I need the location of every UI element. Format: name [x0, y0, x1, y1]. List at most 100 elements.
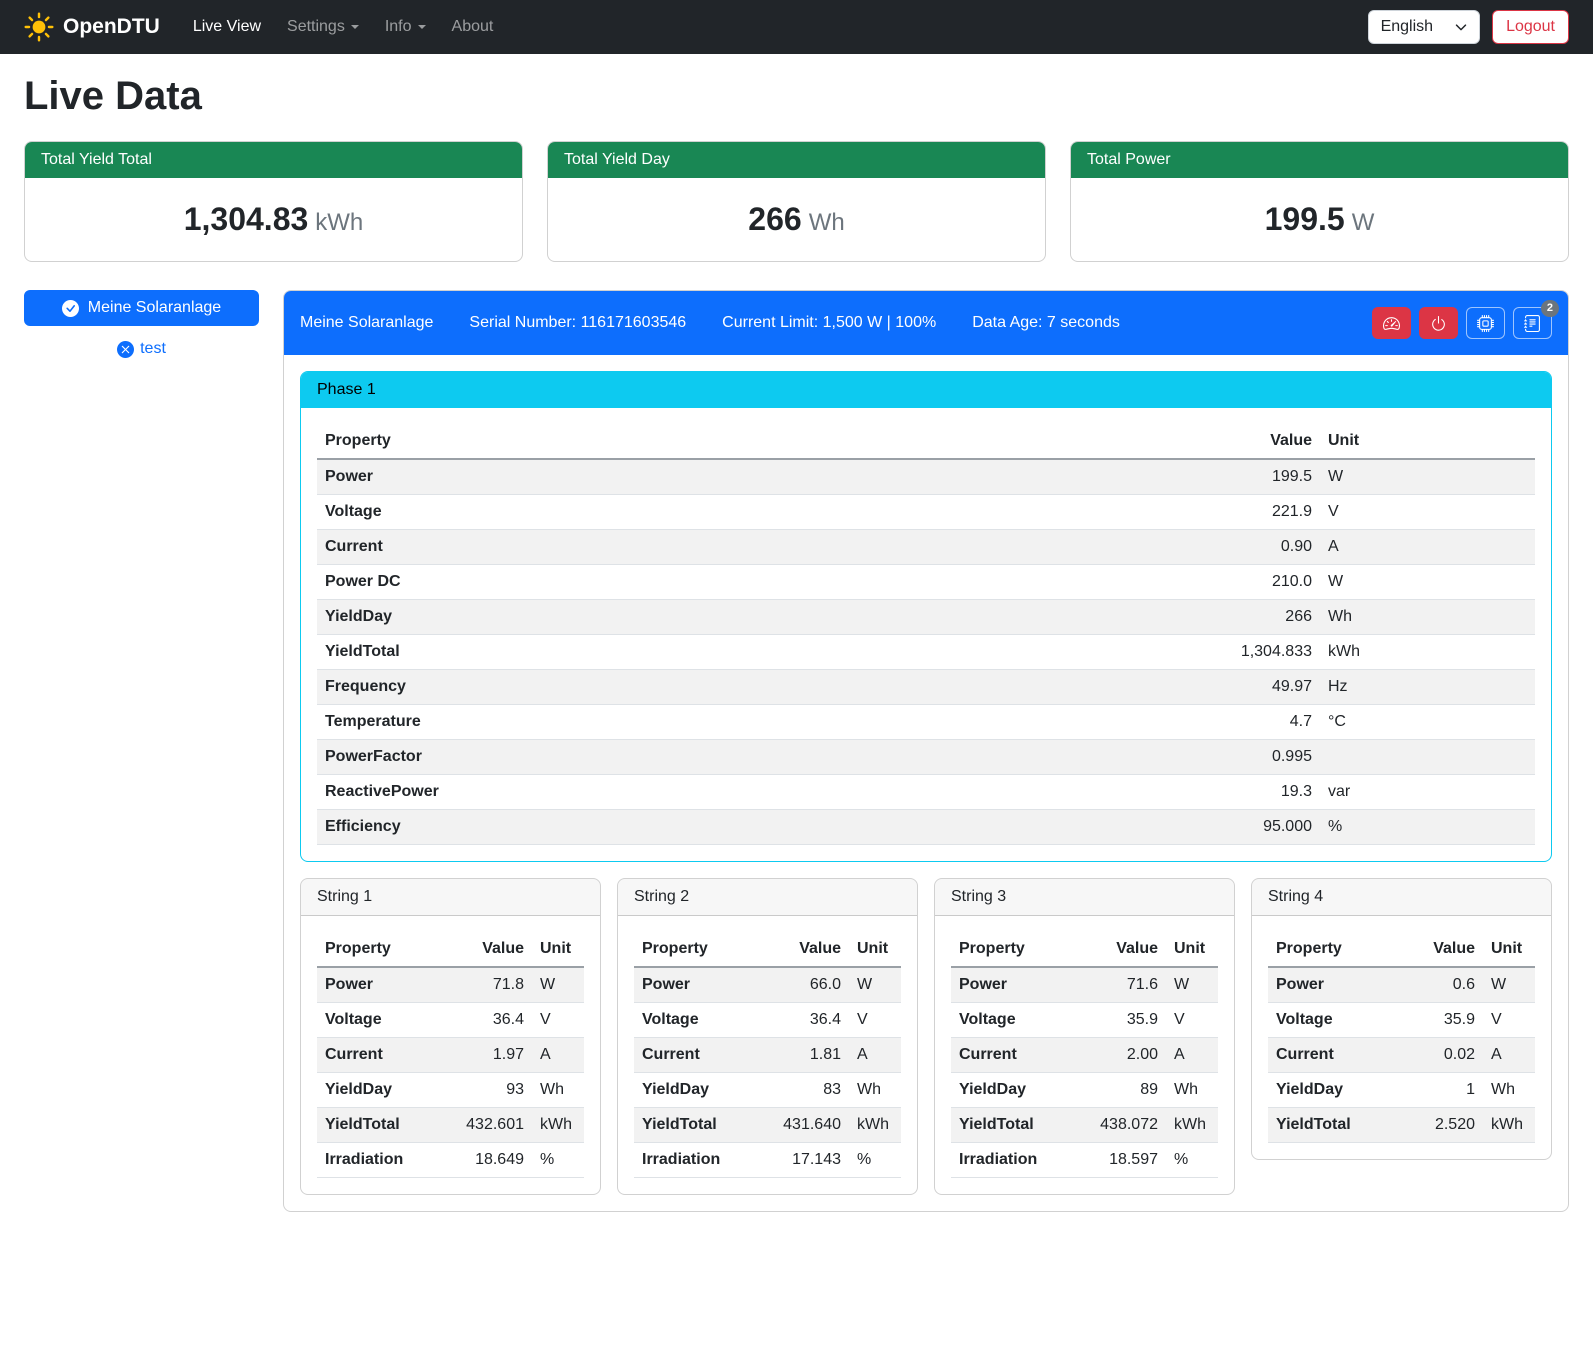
table-row: Power 71.8 W: [317, 967, 584, 1003]
value-cell: 199.5: [917, 459, 1320, 495]
property-header: Property: [1268, 932, 1403, 967]
table-row: Power 0.6 W: [1268, 967, 1535, 1003]
unit-cell: Hz: [1320, 670, 1535, 705]
value-cell: 35.9: [1403, 1003, 1483, 1038]
table-row: YieldTotal 2.520 kWh: [1268, 1108, 1535, 1143]
property-cell: Power DC: [317, 565, 917, 600]
property-cell: Temperature: [317, 705, 917, 740]
table-row: Temperature 4.7 °C: [317, 705, 1535, 740]
value-header: Value: [1086, 932, 1166, 967]
property-cell: ReactivePower: [317, 775, 917, 810]
value-cell: 2.520: [1403, 1108, 1483, 1143]
string-table: Property Value Unit Power 71.8: [317, 932, 584, 1178]
inverter-name: Meine Solaranlage: [300, 314, 433, 332]
value-cell: 66.0: [769, 967, 849, 1003]
summary-unit: kWh: [315, 209, 363, 236]
property-cell: Current: [317, 530, 917, 565]
table-header-row: Property Value Unit: [1268, 932, 1535, 967]
check-circle-icon: [62, 300, 79, 317]
value-cell: 0.02: [1403, 1038, 1483, 1073]
inverter-card-header: Meine Solaranlage Serial Number: 1161716…: [284, 291, 1568, 355]
table-row: Irradiation 18.597 %: [951, 1143, 1218, 1178]
value-header: Value: [917, 424, 1320, 459]
summary-cards-row: Total Yield Total 1,304.83kWh Total Yiel…: [24, 141, 1569, 262]
unit-cell: kWh: [1166, 1108, 1218, 1143]
table-row: Irradiation 18.649 %: [317, 1143, 584, 1178]
unit-cell: Wh: [1483, 1073, 1535, 1108]
summary-card-total-power: Total Power 199.5W: [1070, 141, 1569, 262]
brand-label: OpenDTU: [63, 15, 160, 39]
event-log-button[interactable]: 2: [1513, 307, 1552, 339]
nav-item-about[interactable]: About: [439, 10, 507, 44]
unit-header: Unit: [1166, 932, 1218, 967]
value-cell: 431.640: [769, 1108, 849, 1143]
inverter-select-meine-solaranlage[interactable]: Meine Solaranlage: [24, 290, 259, 326]
string-table: Property Value Unit Power 71.6: [951, 932, 1218, 1178]
table-row: YieldTotal 1,304.833 kWh: [317, 635, 1535, 670]
unit-cell: A: [1320, 530, 1535, 565]
unit-cell: [1320, 740, 1535, 775]
property-cell: Irradiation: [317, 1143, 452, 1178]
summary-card-body: 266Wh: [548, 178, 1045, 261]
unit-header: Unit: [532, 932, 584, 967]
nav-item-settings-label: Settings: [287, 18, 345, 36]
property-header: Property: [951, 932, 1086, 967]
table-row: YieldTotal 432.601 kWh: [317, 1108, 584, 1143]
property-header: Property: [317, 424, 917, 459]
logout-button[interactable]: Logout: [1492, 10, 1569, 44]
value-header: Value: [452, 932, 532, 967]
nav-item-live-view[interactable]: Live View: [180, 10, 274, 44]
property-cell: PowerFactor: [317, 740, 917, 775]
table-row: ReactivePower 19.3 var: [317, 775, 1535, 810]
x-circle-icon: [117, 341, 134, 358]
language-select[interactable]: English: [1368, 10, 1480, 44]
value-cell: 1: [1403, 1073, 1483, 1108]
property-cell: YieldDay: [317, 600, 917, 635]
chevron-down-icon: [1455, 21, 1467, 33]
string-table: Property Value Unit Power 0.6: [1268, 932, 1535, 1143]
table-row: Power DC 210.0 W: [317, 565, 1535, 600]
table-row: Frequency 49.97 Hz: [317, 670, 1535, 705]
caret-down-icon: [351, 25, 359, 29]
unit-cell: A: [532, 1038, 584, 1073]
table-row: Voltage 36.4 V: [634, 1003, 901, 1038]
table-row: Voltage 35.9 V: [951, 1003, 1218, 1038]
summary-card-body: 199.5W: [1071, 178, 1568, 261]
value-cell: 1.81: [769, 1038, 849, 1073]
table-row: Current 1.81 A: [634, 1038, 901, 1073]
nav-item-settings[interactable]: Settings: [274, 10, 372, 44]
property-cell: YieldDay: [1268, 1073, 1403, 1108]
summary-value: 199.5: [1265, 201, 1345, 237]
value-header: Value: [769, 932, 849, 967]
table-row: Voltage 221.9 V: [317, 495, 1535, 530]
table-header-row: Property Value Unit: [317, 932, 584, 967]
inverter-select-label: test: [140, 340, 166, 358]
value-cell: 36.4: [452, 1003, 532, 1038]
phase-table: Property Value Unit Power 199.5: [317, 424, 1535, 845]
device-info-button[interactable]: [1466, 307, 1505, 339]
nav-item-info[interactable]: Info: [372, 10, 439, 44]
table-row: Current 2.00 A: [951, 1038, 1218, 1073]
value-header: Value: [1403, 932, 1483, 967]
inverter-select-test[interactable]: test: [24, 336, 259, 362]
string-card-title: String 2: [618, 879, 917, 916]
inverter-limit: Current Limit: 1,500 W | 100%: [722, 314, 936, 332]
unit-cell: Wh: [849, 1073, 901, 1108]
property-cell: Current: [317, 1038, 452, 1073]
phase-card: Phase 1 Property Value Unit: [300, 371, 1552, 862]
table-row: YieldDay 93 Wh: [317, 1073, 584, 1108]
unit-cell: W: [1320, 565, 1535, 600]
property-cell: Power: [951, 967, 1086, 1003]
brand-link[interactable]: OpenDTU: [24, 12, 160, 42]
unit-cell: kWh: [1320, 635, 1535, 670]
property-cell: YieldTotal: [634, 1108, 769, 1143]
property-cell: YieldTotal: [317, 635, 917, 670]
unit-cell: W: [1483, 967, 1535, 1003]
power-toggle-button[interactable]: [1419, 307, 1458, 339]
property-cell: Irradiation: [634, 1143, 769, 1178]
unit-cell: Wh: [1166, 1073, 1218, 1108]
table-row: YieldDay 1 Wh: [1268, 1073, 1535, 1108]
string-card-1: String 1 Property Value Unit: [300, 878, 601, 1195]
property-cell: Frequency: [317, 670, 917, 705]
limit-settings-button[interactable]: [1372, 307, 1411, 339]
